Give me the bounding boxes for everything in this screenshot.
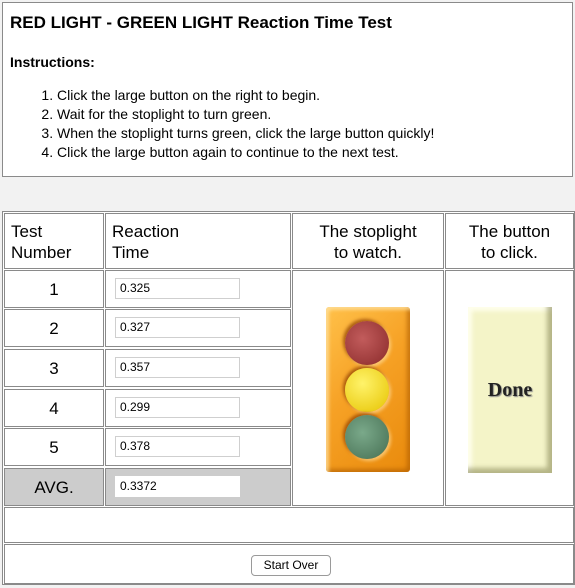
page-title: RED LIGHT - GREEN LIGHT Reaction Time Te… <box>10 13 392 32</box>
instruction-step: When the stoplight turns green, click th… <box>57 124 572 143</box>
footer-row: Start Over <box>4 544 574 584</box>
results-table: Test Number Reaction Time The stoplight … <box>2 211 575 585</box>
test-number-cell: 3 <box>4 349 104 387</box>
header-button-line2: to click. <box>481 243 538 262</box>
header-test-number: Test Number <box>4 213 104 269</box>
reaction-time-cell: 0.325 <box>105 270 291 308</box>
status-row <box>4 507 574 543</box>
instruction-step: Wait for the stoplight to turn green. <box>57 105 572 124</box>
reaction-time-field[interactable]: 0.299 <box>115 397 240 418</box>
test-number-cell: 4 <box>4 389 104 427</box>
header-reaction-line1: Reaction <box>112 222 180 241</box>
instruction-step: Click the large button on the right to b… <box>57 86 572 105</box>
done-button[interactable]: Done <box>468 307 552 473</box>
average-field[interactable]: 0.3372 <box>115 476 240 497</box>
average-cell: 0.3372 <box>105 468 291 506</box>
green-lamp-icon <box>345 415 389 459</box>
header-stoplight-line2: to watch. <box>333 243 403 262</box>
test-number-cell: 1 <box>4 270 104 308</box>
instructions-panel: RED LIGHT - GREEN LIGHT Reaction Time Te… <box>2 2 573 177</box>
reaction-time-field[interactable]: 0.357 <box>115 357 240 378</box>
reaction-time-cell: 0.327 <box>105 309 291 347</box>
header-stoplight-line1: The stoplight <box>319 222 417 241</box>
header-reaction-time: Reaction Time <box>105 213 291 269</box>
reaction-time-cell: 0.378 <box>105 428 291 466</box>
reaction-time-field[interactable]: 0.325 <box>115 278 240 299</box>
header-stoplight: The stoplight to watch. <box>292 213 444 269</box>
stoplight <box>326 307 410 472</box>
header-reaction-line2: Time <box>112 243 150 262</box>
yellow-lamp-icon <box>345 368 389 412</box>
button-cell: Done <box>445 270 574 506</box>
reaction-time-field[interactable]: 0.378 <box>115 436 240 457</box>
reaction-time-field[interactable]: 0.327 <box>115 317 240 338</box>
header-button-line1: The button <box>468 222 551 241</box>
test-number-cell: 5 <box>4 428 104 466</box>
stoplight-cell <box>292 270 444 506</box>
header-test-line1: Test <box>11 222 43 241</box>
red-lamp-icon <box>345 321 389 365</box>
reaction-time-cell: 0.357 <box>105 349 291 387</box>
average-label: AVG. <box>4 468 104 506</box>
instructions-heading: Instructions: <box>10 54 95 70</box>
instruction-step: Click the large button again to continue… <box>57 143 572 162</box>
test-number-cell: 2 <box>4 309 104 347</box>
start-over-button[interactable]: Start Over <box>251 555 331 576</box>
reaction-time-cell: 0.299 <box>105 389 291 427</box>
header-button: The button to click. <box>445 213 574 269</box>
instructions-list: Click the large button on the right to b… <box>57 86 572 162</box>
header-test-line2: Number <box>11 243 72 262</box>
